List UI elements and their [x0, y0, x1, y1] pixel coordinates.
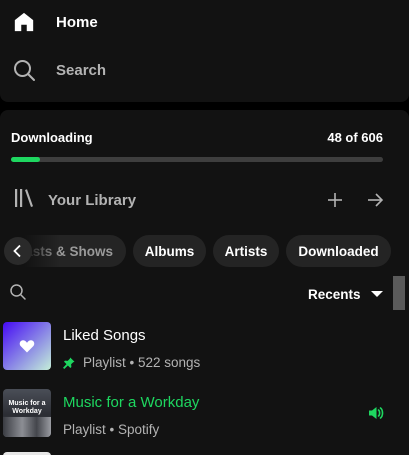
- library-title: Your Library: [48, 191, 137, 209]
- nav-home-label: Home: [56, 13, 98, 31]
- main-nav-panel: Home Search: [0, 0, 409, 102]
- caret-down-icon: [370, 291, 383, 297]
- chevron-left-icon: [13, 244, 21, 258]
- pin-icon: [63, 357, 75, 369]
- expand-library-button[interactable]: [361, 186, 389, 214]
- scroll-chips-left-button[interactable]: [4, 237, 32, 265]
- item-subtitle: Playlist • Spotify: [63, 422, 160, 437]
- plus-icon: [328, 193, 342, 207]
- your-library-button[interactable]: Your Library: [12, 188, 136, 212]
- item-subtitle: Playlist • 522 songs: [83, 355, 201, 370]
- now-playing-speaker-icon: [369, 407, 384, 419]
- library-panel: Downloading 48 of 606 Your Library Podca…: [0, 110, 409, 455]
- filter-chips: Podcasts & Shows Albums Artists Download…: [0, 235, 409, 267]
- download-label: Downloading: [11, 130, 93, 145]
- sort-label: Recents: [308, 286, 361, 302]
- liked-songs-cover: [3, 322, 51, 370]
- create-playlist-button[interactable]: [321, 186, 349, 214]
- chip-albums[interactable]: Albums: [133, 235, 206, 267]
- item-meta: Playlist • 522 songs: [63, 355, 200, 370]
- nav-search[interactable]: Search: [12, 58, 106, 82]
- list-item[interactable]: Music for a Workday Music for a Workday …: [0, 386, 409, 446]
- nav-home[interactable]: Home: [12, 10, 98, 34]
- heart-icon: [19, 340, 35, 353]
- sort-dropdown[interactable]: Recents: [308, 284, 383, 304]
- download-progress-bar: [11, 157, 383, 162]
- download-count: 48 of 606: [327, 130, 383, 145]
- item-title: Liked Songs: [63, 327, 146, 344]
- scrollbar-thumb[interactable]: [393, 276, 405, 310]
- chip-downloaded[interactable]: Downloaded: [286, 235, 391, 267]
- search-library-button[interactable]: [9, 283, 29, 303]
- search-icon: [10, 284, 26, 300]
- chip-artists[interactable]: Artists: [213, 235, 279, 267]
- download-status: Downloading 48 of 606: [11, 130, 383, 145]
- arrow-right-icon: [368, 193, 384, 207]
- download-progress-fill: [11, 157, 41, 162]
- cover-title: Music for a Workday: [8, 400, 46, 415]
- workday-playlist-cover: Music for a Workday: [3, 389, 51, 437]
- library-icon: [12, 186, 36, 215]
- item-title: Music for a Workday: [63, 394, 200, 411]
- cover-photo: [3, 417, 51, 437]
- nav-search-label: Search: [56, 61, 107, 79]
- search-icon: [12, 58, 36, 82]
- item-meta: Playlist • Spotify: [63, 422, 159, 437]
- home-icon: [12, 10, 36, 34]
- list-item[interactable]: Liked Songs Playlist • 522 songs: [0, 319, 409, 379]
